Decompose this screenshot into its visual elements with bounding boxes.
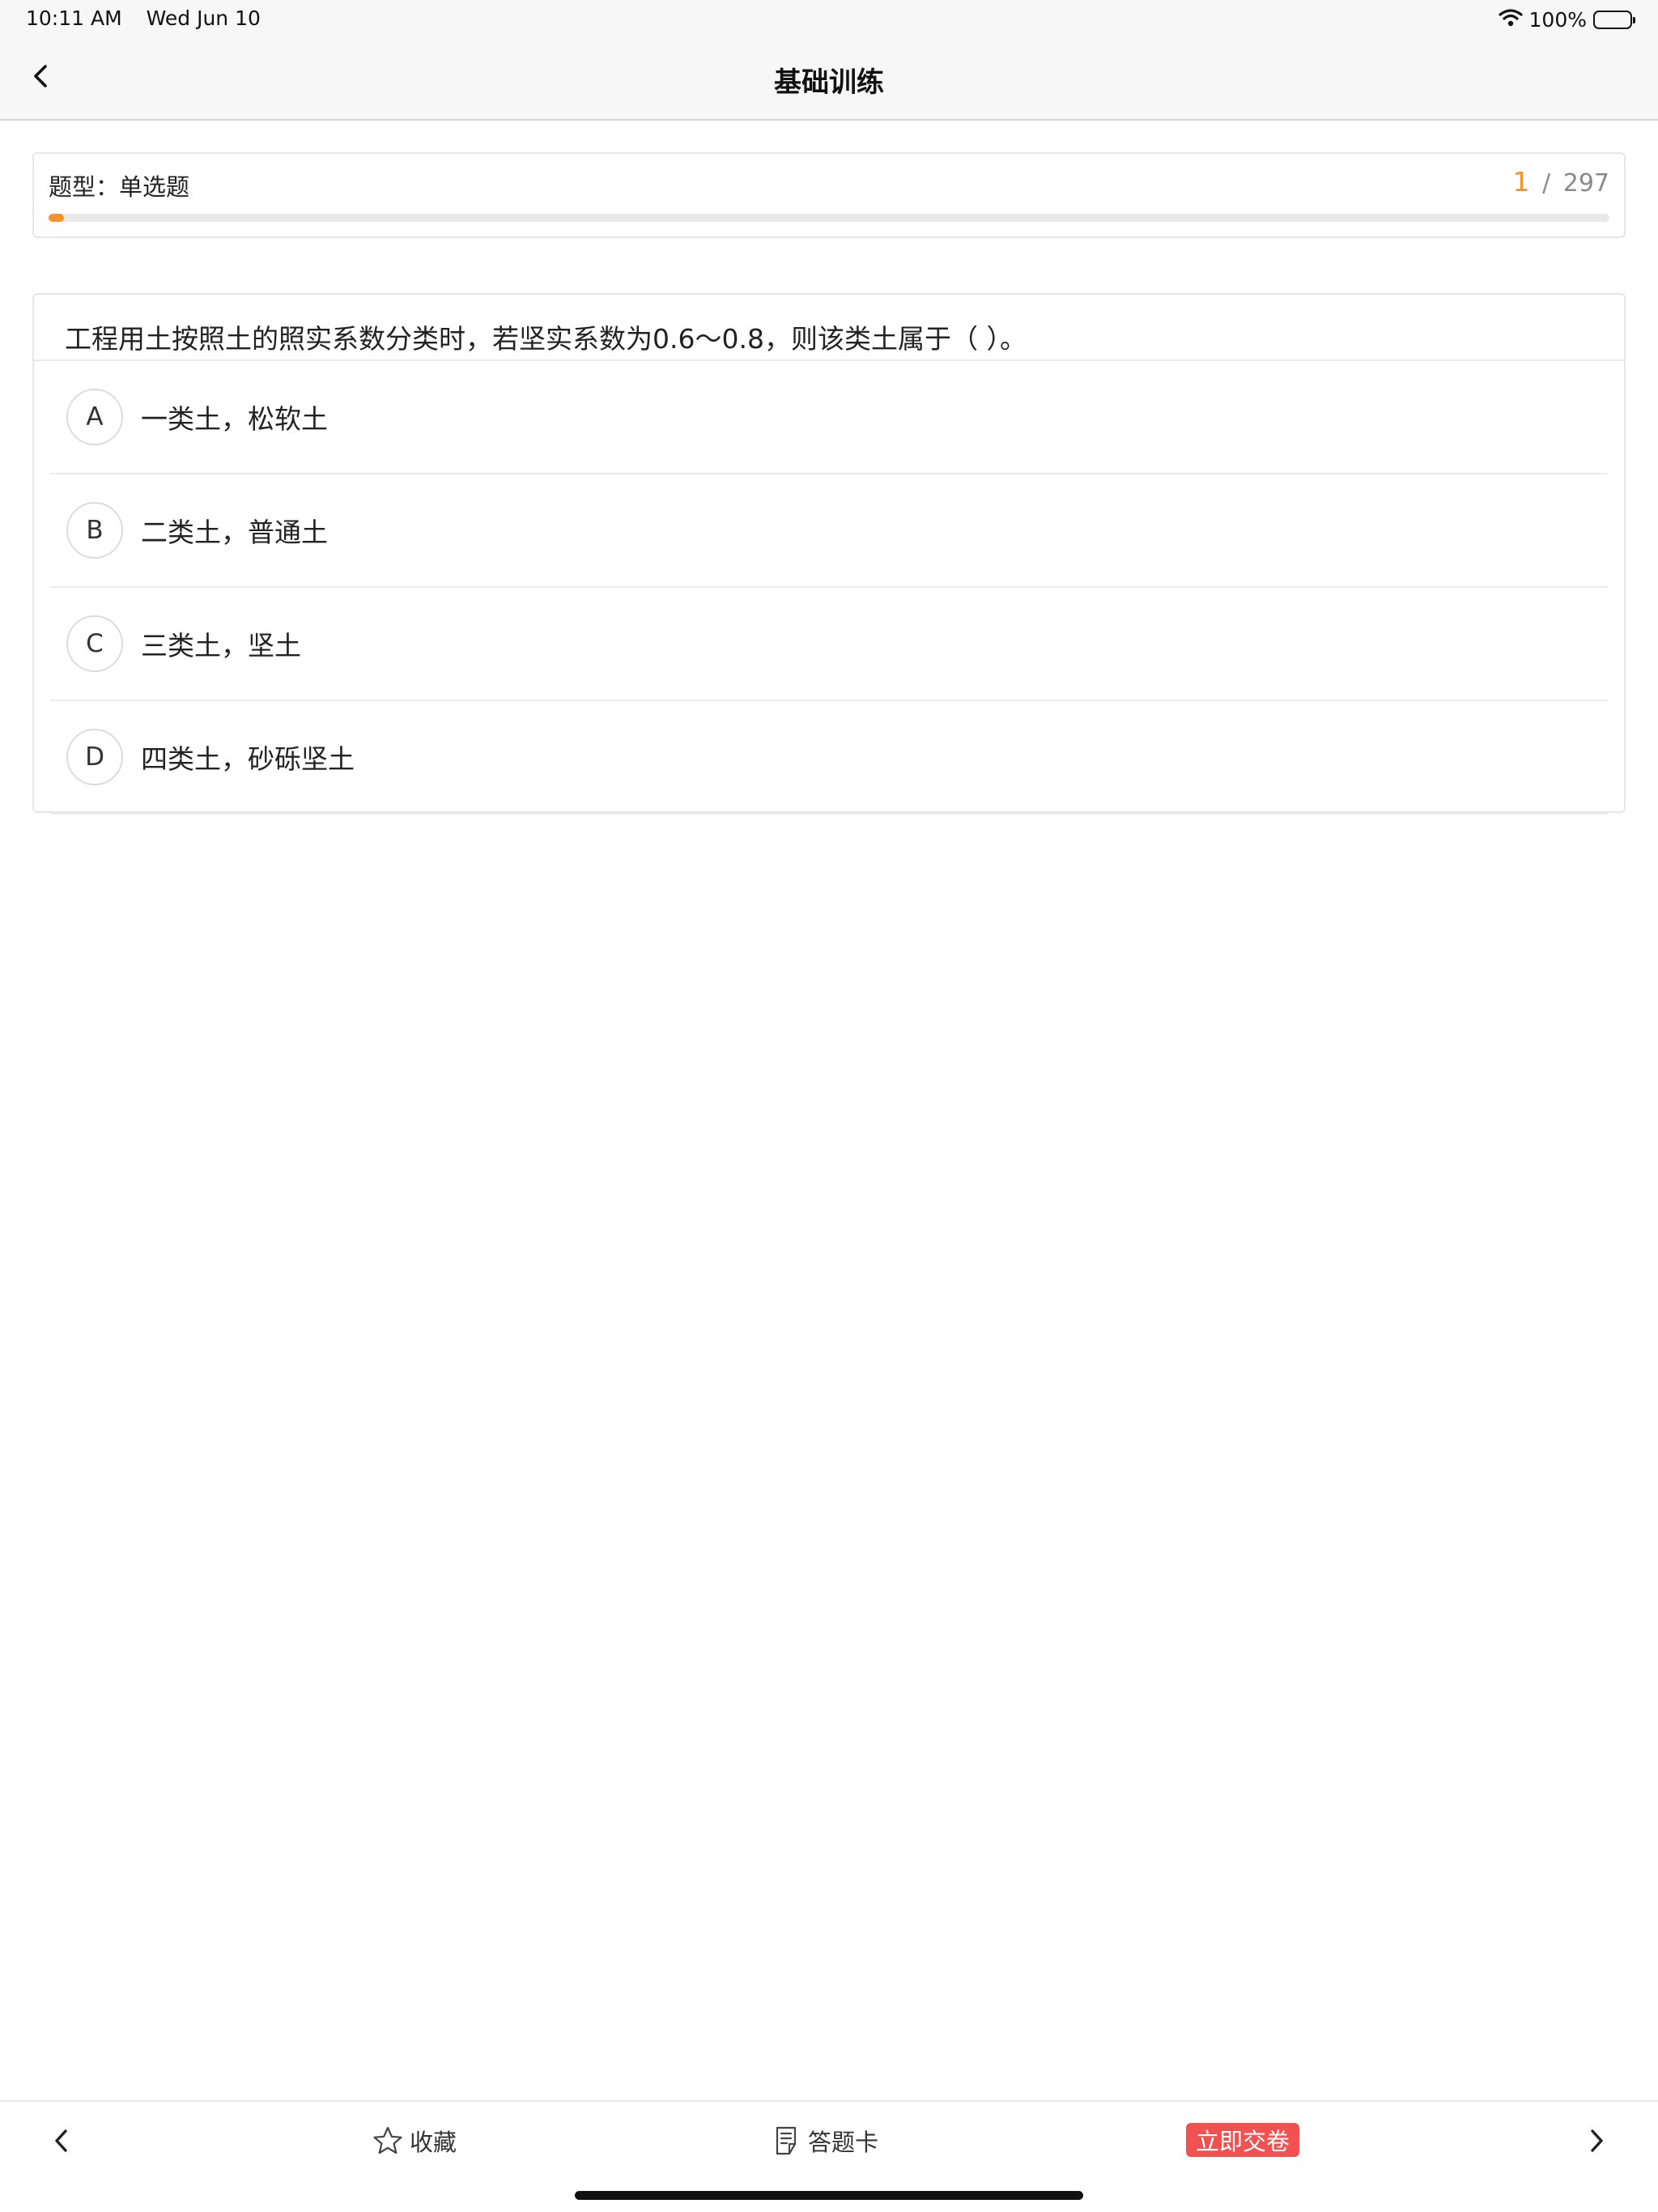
next-question-button[interactable] bbox=[1580, 2125, 1613, 2157]
question-type-label: 题型：单选题 bbox=[49, 173, 190, 201]
option-text: 四类土，砂砾坚土 bbox=[141, 743, 355, 775]
progress-bar bbox=[49, 214, 1609, 222]
question-counter: 1 / 297 bbox=[1513, 166, 1609, 198]
answer-card-label: 答题卡 bbox=[808, 2129, 879, 2156]
question-card: 工程用土按照土的照实系数分类时，若坚实系数为0.6～0.8，则该类土属于（ ）。… bbox=[32, 293, 1626, 815]
option-letter: B bbox=[66, 502, 123, 559]
status-indicators: 100% bbox=[1498, 6, 1635, 32]
star-icon bbox=[373, 2126, 402, 2155]
battery-icon bbox=[1593, 10, 1635, 29]
page-title: 基础训练 bbox=[774, 66, 884, 99]
quiz-screen: 10:11 AM Wed Jun 10 100% 基础训练 题型：单选题 1 /… bbox=[0, 0, 1658, 2212]
answer-sheet-icon bbox=[776, 2126, 797, 2155]
home-indicator bbox=[575, 2191, 1083, 2200]
navigation-bar: 基础训练 bbox=[0, 37, 1658, 121]
status-time-date: 10:11 AM Wed Jun 10 bbox=[26, 6, 261, 30]
chevron-left-icon bbox=[55, 2129, 67, 2152]
option-letter: C bbox=[66, 615, 123, 672]
previous-question-button[interactable] bbox=[45, 2125, 78, 2157]
favorite-button[interactable]: 收藏 bbox=[372, 2123, 457, 2159]
status-date: Wed Jun 10 bbox=[146, 6, 261, 30]
option-letter: D bbox=[66, 729, 123, 785]
battery-percent: 100% bbox=[1528, 7, 1587, 32]
status-bar: 10:11 AM Wed Jun 10 100% bbox=[0, 0, 1658, 37]
counter-separator: / bbox=[1542, 169, 1551, 198]
option-text: 三类土，坚土 bbox=[141, 630, 301, 661]
answer-options: A 一类土，松软土 B 二类土，普通土 C 三类土，坚土 D 四类土，砂砾坚土 bbox=[50, 361, 1608, 815]
status-time: 10:11 AM bbox=[26, 6, 122, 30]
favorite-label: 收藏 bbox=[410, 2129, 457, 2156]
option-text: 一类土，松软土 bbox=[141, 403, 328, 435]
option-c[interactable]: C 三类土，坚土 bbox=[50, 588, 1608, 701]
option-d[interactable]: D 四类土，砂砾坚土 bbox=[50, 701, 1608, 815]
question-text: 工程用土按照土的照实系数分类时，若坚实系数为0.6～0.8，则该类土属于（ ）。 bbox=[65, 323, 1027, 355]
option-b[interactable]: B 二类土，普通土 bbox=[50, 474, 1608, 588]
option-a[interactable]: A 一类土，松软土 bbox=[50, 361, 1608, 474]
option-letter: A bbox=[66, 389, 123, 445]
chevron-right-icon bbox=[1591, 2129, 1603, 2152]
wifi-icon bbox=[1498, 8, 1523, 32]
option-text: 二类土，普通土 bbox=[141, 517, 328, 548]
submit-exam-button[interactable]: 立即交卷 bbox=[1186, 2123, 1300, 2157]
question-info-card: 题型：单选题 1 / 297 bbox=[32, 152, 1626, 238]
progress-bar-fill bbox=[49, 214, 65, 222]
answer-card-button[interactable]: 答题卡 bbox=[774, 2123, 878, 2159]
total-questions: 297 bbox=[1562, 169, 1609, 198]
current-question-number: 1 bbox=[1512, 166, 1530, 198]
